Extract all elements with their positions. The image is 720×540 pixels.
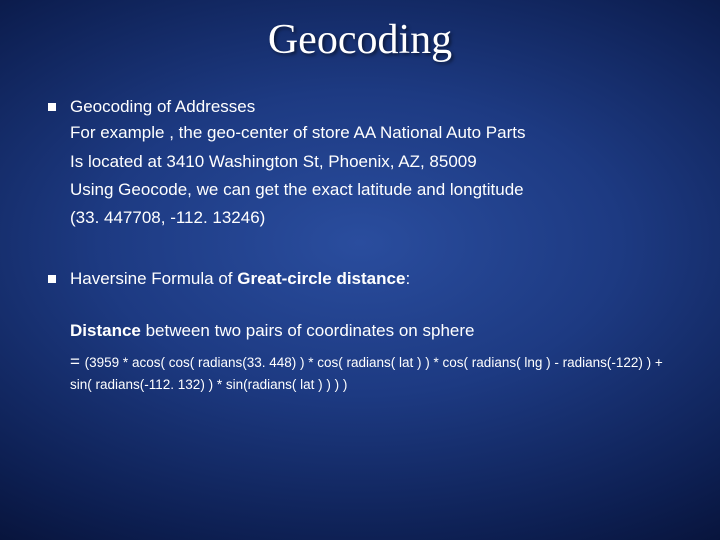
formula-line: = (3959 * acos( cos( radians(33. 448) ) … (70, 350, 672, 394)
formula-eq: = (70, 352, 85, 371)
bullet-item-1: Geocoding of Addresses (48, 94, 672, 120)
distance-line: Distance between two pairs of coordinate… (70, 318, 672, 344)
slide-title: Geocoding (0, 0, 720, 70)
bullet-icon (48, 103, 56, 111)
bullet-2-post: : (405, 269, 410, 288)
bullet-1-line-3: Using Geocode, we can get the exact lati… (48, 177, 672, 203)
bullet-1-line-2: Is located at 3410 Washington St, Phoeni… (48, 149, 672, 175)
bullet-2-pre: Haversine Formula of (70, 269, 237, 288)
formula-body: (3959 * acos( cos( radians(33. 448) ) * … (70, 355, 663, 392)
slide: Geocoding Geocoding of Addresses For exa… (0, 0, 720, 540)
bullet-icon (48, 275, 56, 283)
distance-rest: between two pairs of coordinates on sphe… (141, 321, 475, 340)
bullet-1-line-1: For example , the geo-center of store AA… (48, 120, 672, 146)
bullet-1-line-4: (33. 447708, -112. 13246) (48, 205, 672, 231)
bullet-2-text: Haversine Formula of Great-circle distan… (70, 266, 672, 292)
distance-bold: Distance (70, 321, 141, 340)
distance-block: Distance between two pairs of coordinate… (48, 318, 672, 395)
bullet-2-bold: Great-circle distance (237, 269, 405, 288)
slide-content: Geocoding of Addresses For example , the… (0, 70, 720, 395)
bullet-1-head: Geocoding of Addresses (70, 94, 672, 120)
bullet-item-2: Haversine Formula of Great-circle distan… (48, 266, 672, 292)
